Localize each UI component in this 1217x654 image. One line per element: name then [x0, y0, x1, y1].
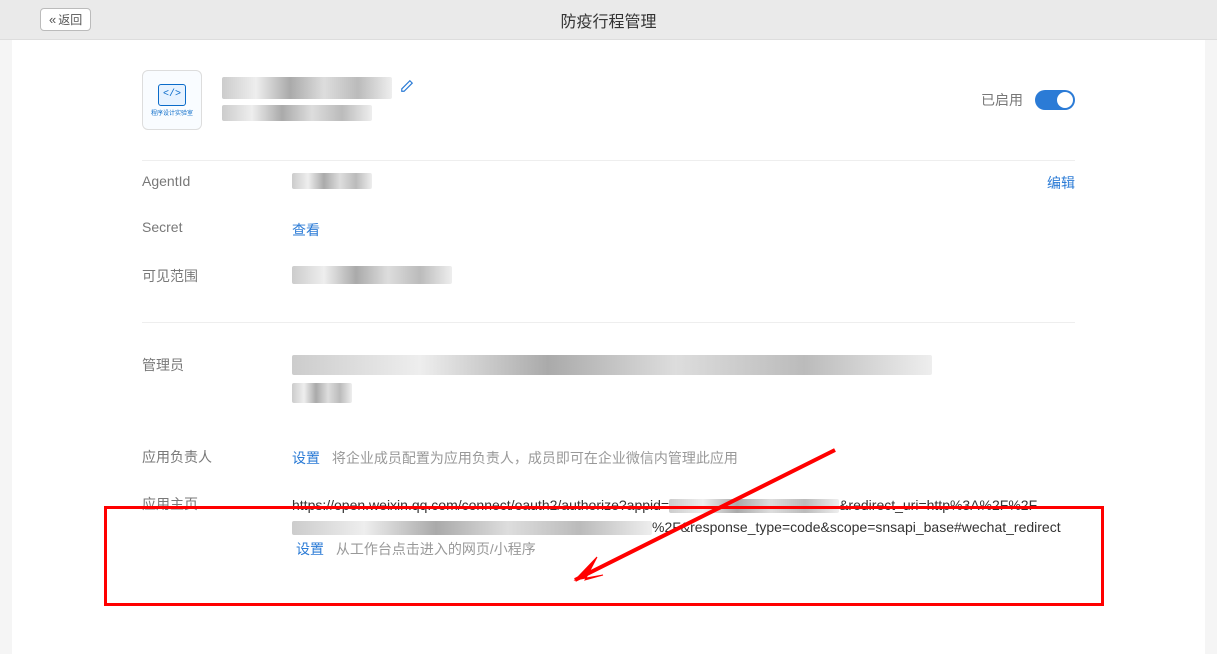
enable-toggle[interactable]: [1035, 90, 1075, 110]
app-desc-blurred: [222, 105, 372, 121]
content: </> 程序设计实验室 已启用 AgentId: [12, 40, 1205, 654]
owner-set-link[interactable]: 设置: [292, 450, 320, 466]
divider: [142, 603, 1075, 604]
homepage-appid-blurred: [669, 499, 839, 513]
scope-value-blurred: [292, 266, 452, 284]
back-button[interactable]: 返回: [40, 8, 91, 31]
monitor-icon: </>: [158, 84, 186, 106]
page-title: 防疫行程管理: [560, 8, 656, 32]
edit-link[interactable]: 编辑: [1047, 173, 1075, 193]
scope-row: 可见范围: [142, 254, 1075, 302]
app-name-blurred: [222, 77, 392, 99]
admin-value-blurred-2: [292, 383, 352, 403]
owner-hint: 将企业成员配置为应用负责人，成员即可在企业微信内管理此应用: [332, 450, 738, 466]
app-name-area: [222, 77, 961, 124]
homepage-row: 应用主页 https://open.weixin.qq.com/connect/…: [142, 482, 1075, 573]
admin-label: 管理员: [142, 355, 292, 375]
edit-name-icon[interactable]: [400, 79, 414, 96]
secret-label: Secret: [142, 219, 292, 235]
homepage-value: https://open.weixin.qq.com/connect/oauth…: [292, 494, 1075, 561]
homepage-set-link[interactable]: 设置: [296, 541, 324, 557]
topbar: 返回 防疫行程管理: [0, 0, 1217, 40]
app-header: </> 程序设计实验室 已启用: [142, 70, 1075, 161]
view-secret-link[interactable]: 查看: [292, 222, 320, 238]
divider: [142, 322, 1075, 323]
homepage-url-2: &redirect_uri=http%3A%2F%2F: [839, 497, 1037, 513]
homepage-redirect-blurred: [292, 521, 652, 535]
status-area: 已启用: [981, 90, 1075, 110]
secret-row: Secret 查看: [142, 207, 1075, 253]
owner-row: 应用负责人 设置 将企业成员配置为应用负责人，成员即可在企业微信内管理此应用: [142, 435, 1075, 481]
homepage-url-1: https://open.weixin.qq.com/connect/oauth…: [292, 497, 669, 513]
homepage-url-3: %2F&response_type=code&scope=snsapi_base…: [652, 519, 1061, 535]
app-icon: </> 程序设计实验室: [142, 70, 202, 130]
app-icon-caption: 程序设计实验室: [151, 108, 193, 117]
agentid-row: AgentId 编辑: [142, 161, 1075, 207]
scope-label: 可见范围: [142, 266, 292, 286]
agentid-label: AgentId: [142, 173, 292, 189]
status-label: 已启用: [981, 90, 1023, 110]
admin-value-blurred-1: [292, 355, 932, 375]
admin-row: 管理员: [142, 343, 1075, 415]
owner-label: 应用负责人: [142, 447, 292, 467]
homepage-hint: 从工作台点击进入的网页/小程序: [336, 541, 536, 557]
agentid-value-blurred: [292, 173, 372, 189]
back-label: 返回: [58, 11, 82, 28]
homepage-label: 应用主页: [142, 494, 292, 514]
